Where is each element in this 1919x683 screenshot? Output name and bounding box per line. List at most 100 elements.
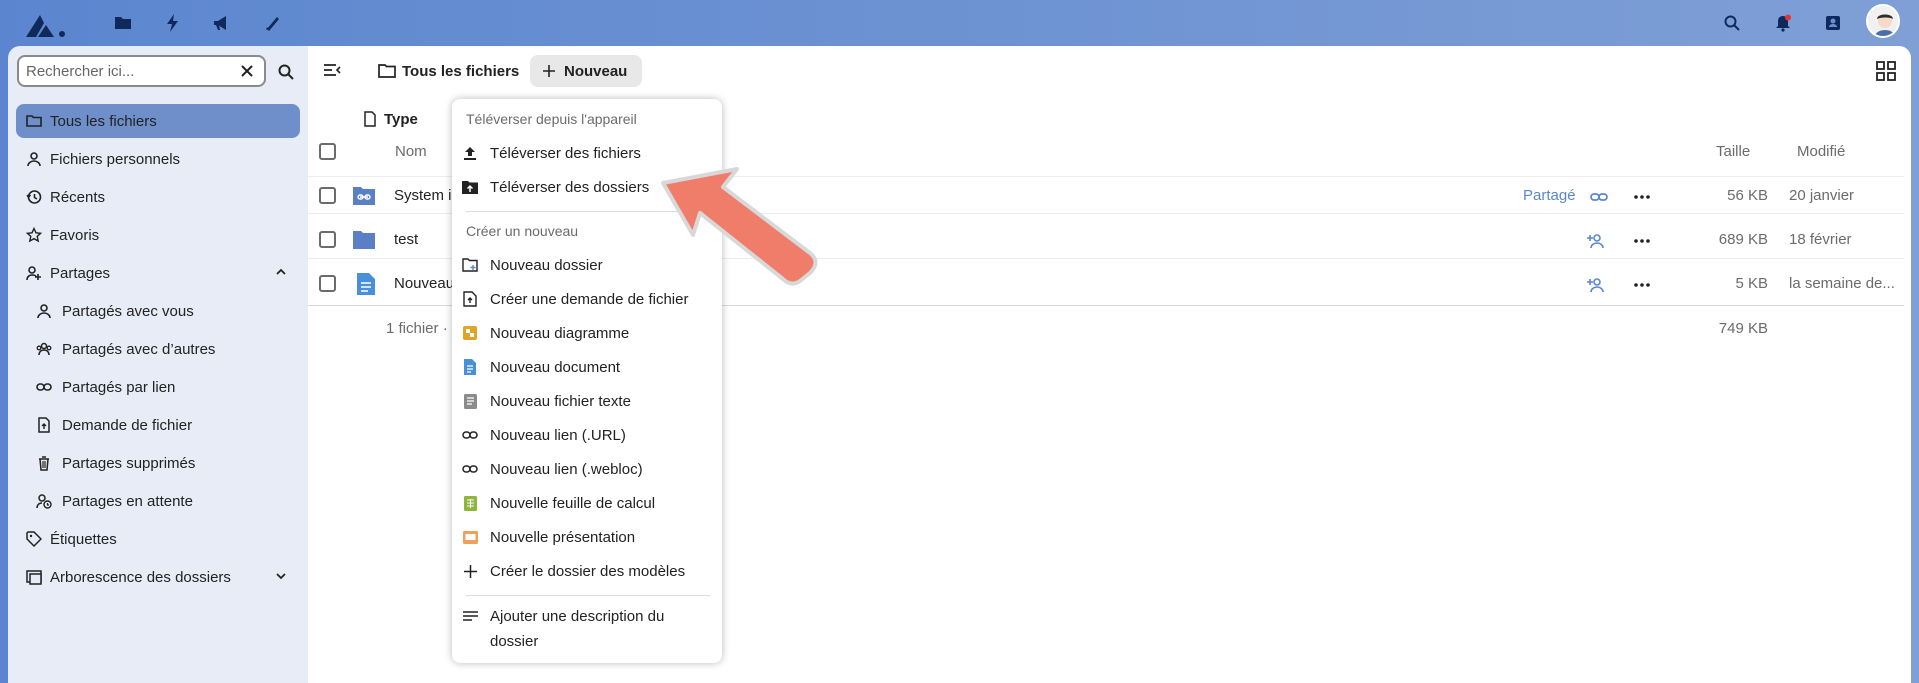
- menu-item-label: Créer le dossier des modèles: [490, 562, 686, 580]
- file-size: 56 KB: [1727, 187, 1768, 204]
- more-actions-icon[interactable]: [1633, 232, 1651, 250]
- text-file-icon: [462, 393, 478, 409]
- menu-item-new-spreadsheet[interactable]: Nouvelle feuille de calcul: [460, 487, 714, 519]
- sidebar-item-shares[interactable]: Partages: [16, 256, 300, 290]
- shared-folder-icon: [353, 187, 375, 205]
- folder-icon: [26, 113, 42, 129]
- menu-item-label: Nouveau lien (.URL): [490, 426, 626, 444]
- sidebar-item-all-files[interactable]: Tous les fichiers: [16, 104, 300, 138]
- column-size-label: Taille: [1716, 143, 1751, 160]
- grid-view-icon[interactable]: [1875, 60, 1897, 82]
- sidebar-item-shared-by-link[interactable]: Partagés par lien: [16, 370, 300, 404]
- add-share-icon[interactable]: [1587, 276, 1605, 294]
- more-actions-icon[interactable]: [1633, 188, 1651, 206]
- select-all-checkbox[interactable]: [319, 143, 336, 160]
- announcements-icon[interactable]: [207, 8, 237, 38]
- sidebar-item-recent[interactable]: Récents: [16, 180, 300, 214]
- close-icon[interactable]: [238, 62, 256, 80]
- row-checkbox[interactable]: [319, 187, 336, 204]
- menu-item-label: Nouveau dossier: [490, 256, 603, 274]
- sidebar: Rechercher ici... Tous les fichiers Fich…: [8, 46, 308, 683]
- file-size: 689 KB: [1718, 231, 1768, 248]
- toggle-navigation-icon[interactable]: [322, 60, 342, 80]
- menu-item-label: Téléverser des fichiers: [490, 144, 641, 162]
- menu-item-new-text-file[interactable]: Nouveau fichier texte: [460, 385, 714, 417]
- file-upload-icon: [36, 417, 52, 433]
- sidebar-item-tags[interactable]: Étiquettes: [16, 522, 300, 556]
- document-icon: [357, 273, 375, 295]
- pending-icon: [36, 493, 52, 509]
- column-name-label: Nom: [395, 143, 427, 160]
- notifications-icon[interactable]: [1768, 8, 1798, 38]
- notes-icon[interactable]: [258, 8, 288, 38]
- sidebar-item-folder-tree[interactable]: Arborescence des dossiers: [16, 560, 300, 594]
- menu-item-new-link-url[interactable]: Nouveau lien (.URL): [460, 419, 714, 451]
- sidebar-item-label: Fichiers personnels: [50, 150, 181, 168]
- file-modified: la semaine de...: [1789, 275, 1895, 292]
- chevron-down-icon[interactable]: [274, 569, 288, 583]
- logo-icon[interactable]: [22, 7, 70, 39]
- menu-caption-create: Créer un nouveau: [466, 223, 579, 239]
- search-button[interactable]: [271, 57, 301, 87]
- folder-upload-icon: [462, 179, 478, 195]
- row-checkbox[interactable]: [319, 275, 336, 292]
- menu-item-new-document[interactable]: Nouveau document: [460, 351, 714, 383]
- link-icon[interactable]: [1590, 188, 1608, 206]
- file-name[interactable]: Nouveau: [394, 275, 454, 292]
- top-bar: [0, 0, 1919, 46]
- share-icon: [26, 265, 42, 281]
- sidebar-item-label: Arborescence des dossiers: [50, 568, 231, 586]
- sidebar-item-label: Étiquettes: [50, 530, 117, 548]
- sidebar-item-deleted-shares[interactable]: Partages supprimés: [16, 446, 300, 480]
- file-name[interactable]: test: [394, 231, 418, 248]
- sidebar-item-personal-files[interactable]: Fichiers personnels: [16, 142, 300, 176]
- menu-item-templates-folder[interactable]: Créer le dossier des modèles: [460, 555, 714, 587]
- column-name[interactable]: Nom: [395, 143, 427, 160]
- annotation-arrow-icon: [661, 167, 818, 286]
- plus-icon: [462, 563, 478, 579]
- column-size[interactable]: Taille: [1716, 143, 1750, 160]
- menu-item-label: Nouveau diagramme: [490, 324, 630, 342]
- sidebar-item-file-request[interactable]: Demande de fichier: [16, 408, 300, 442]
- menu-item-label: Nouvelle présentation: [490, 528, 636, 546]
- files-icon[interactable]: [108, 8, 138, 38]
- activity-icon[interactable]: [158, 8, 188, 38]
- file-size: 5 KB: [1735, 275, 1768, 292]
- new-button-label: Nouveau: [564, 62, 628, 80]
- file-name[interactable]: System i: [394, 187, 452, 204]
- menu-item-new-link-webloc[interactable]: Nouveau lien (.webloc): [460, 453, 714, 485]
- type-filter[interactable]: Type: [362, 104, 418, 134]
- menu-item-new-presentation[interactable]: Nouvelle présentation: [460, 521, 714, 553]
- row-checkbox[interactable]: [319, 231, 336, 248]
- user-avatar[interactable]: [1866, 4, 1900, 38]
- search-icon[interactable]: [1717, 8, 1747, 38]
- sidebar-item-shared-with-others[interactable]: Partagés avec d’autres: [16, 332, 300, 366]
- more-actions-icon[interactable]: [1633, 276, 1651, 294]
- search-input[interactable]: Rechercher ici...: [17, 55, 266, 87]
- diagram-icon: [462, 325, 478, 341]
- contacts-icon[interactable]: [1818, 8, 1848, 38]
- breadcrumb[interactable]: Tous les fichiers: [378, 56, 519, 86]
- file-icon: [364, 111, 376, 127]
- column-modified-label: Modifié: [1797, 143, 1846, 160]
- search-icon: [278, 64, 294, 80]
- menu-item-new-diagram[interactable]: Nouveau diagramme: [460, 317, 714, 349]
- chevron-up-icon[interactable]: [274, 265, 288, 279]
- summary-count: 1 fichier ·: [386, 320, 448, 337]
- shared-label[interactable]: Partagé: [1523, 187, 1576, 204]
- sidebar-item-label: Partages supprimés: [62, 454, 196, 472]
- spreadsheet-icon: [462, 495, 478, 511]
- sidebar-item-pending-shares[interactable]: Partages en attente: [16, 484, 300, 518]
- menu-item-label: Nouveau fichier texte: [490, 392, 631, 410]
- link-icon: [36, 379, 52, 395]
- column-modified[interactable]: Modifié: [1797, 143, 1845, 160]
- link-icon: [462, 427, 478, 443]
- sidebar-item-shared-with-you[interactable]: Partagés avec vous: [16, 294, 300, 328]
- menu-item-add-description[interactable]: Ajouter une description du dossier: [460, 604, 714, 654]
- add-share-icon[interactable]: [1587, 232, 1605, 250]
- history-icon: [26, 189, 42, 205]
- menu-item-label-line2: dossier: [490, 633, 539, 650]
- sidebar-item-label: Partages en attente: [62, 492, 193, 510]
- sidebar-item-favorites[interactable]: Favoris: [16, 218, 300, 252]
- new-button[interactable]: Nouveau: [530, 55, 642, 87]
